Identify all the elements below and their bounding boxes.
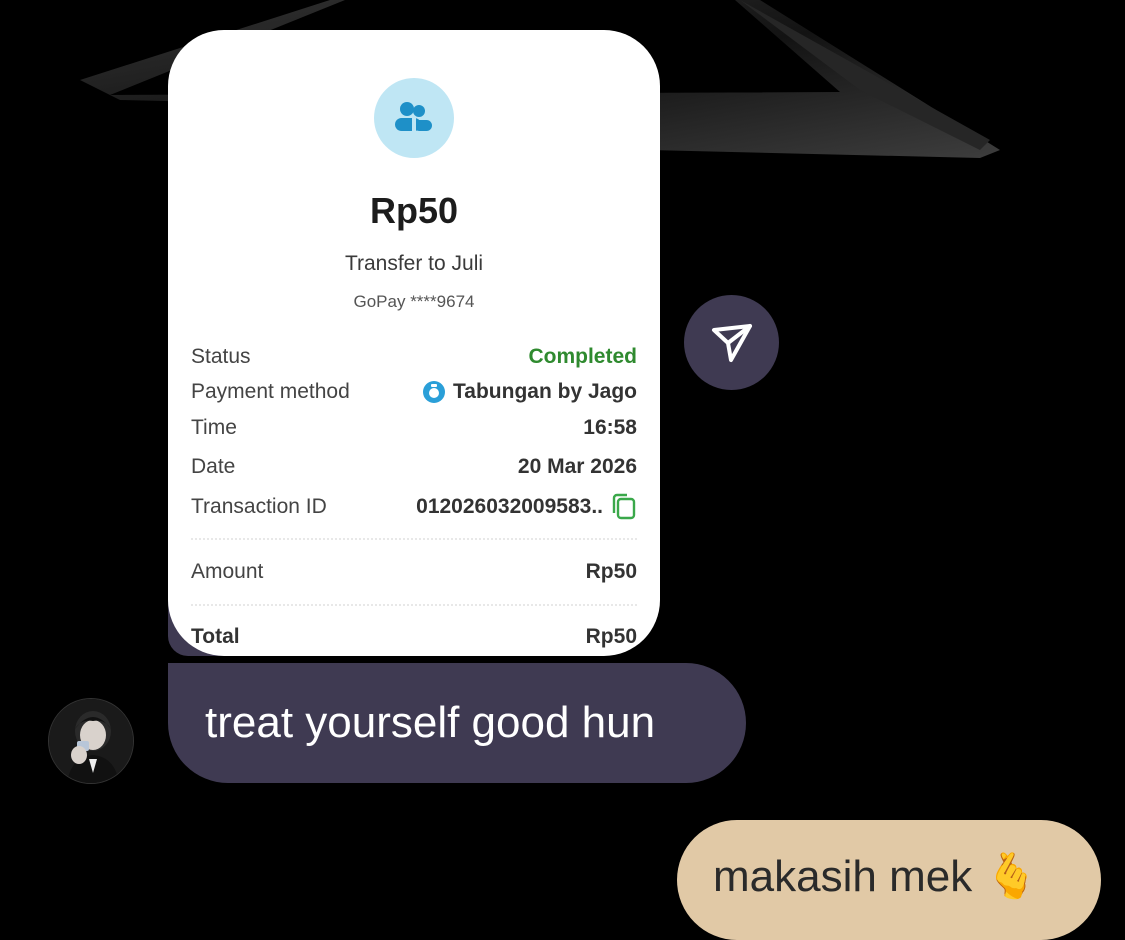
amount-row: Amount Rp50 xyxy=(191,557,637,587)
status-label: Status xyxy=(191,345,251,368)
amount-label: Amount xyxy=(191,560,264,583)
payment-method-text: Tabungan by Jago xyxy=(453,380,637,403)
avatar[interactable] xyxy=(48,698,134,784)
divider xyxy=(191,538,637,540)
payment-method-row: Payment method Tabungan by Jago xyxy=(191,377,637,407)
time-value: 16:58 xyxy=(583,416,637,439)
status-row: Status Completed xyxy=(191,342,637,372)
date-row: Date 20 Mar 2026 xyxy=(191,452,637,482)
divider xyxy=(191,604,637,606)
amount-value: Rp50 xyxy=(585,560,637,583)
date-value: 20 Mar 2026 xyxy=(517,455,637,478)
transfer-title: Transfer to Juli xyxy=(344,252,484,275)
sent-message-text: makasih mek 🫰 xyxy=(713,852,1040,901)
bank-icon xyxy=(423,381,446,403)
received-message-text: treat yourself good hun xyxy=(205,698,656,747)
total-value: Rp50 xyxy=(585,625,637,648)
total-row: Total Rp50 xyxy=(191,622,637,652)
received-message[interactable]: treat yourself good hun xyxy=(168,663,746,783)
status-value: Completed xyxy=(528,345,637,368)
date-label: Date xyxy=(191,455,236,478)
total-label: Total xyxy=(191,625,240,648)
account-info: GoPay ****9674 xyxy=(353,292,475,311)
send-icon xyxy=(711,323,752,362)
time-label: Time xyxy=(191,416,237,439)
payment-method-label: Payment method xyxy=(191,380,350,403)
transaction-id-row: Transaction ID 012026032009583.. xyxy=(191,492,637,522)
time-row: Time 16:58 xyxy=(191,413,637,443)
payment-method-value: Tabungan by Jago xyxy=(423,380,637,404)
transaction-id-text: 012026032009583.. xyxy=(416,495,603,518)
avatar-image xyxy=(49,699,133,783)
people-icon xyxy=(374,78,454,158)
transaction-id-label: Transaction ID xyxy=(191,495,327,518)
share-button[interactable] xyxy=(684,295,779,390)
copy-icon[interactable] xyxy=(611,493,637,521)
transfer-receipt-card[interactable]: Rp50 Transfer to Juli GoPay ****9674 Sta… xyxy=(168,30,660,656)
sent-message[interactable]: makasih mek 🫰 xyxy=(677,820,1101,940)
transfer-amount: Rp50 xyxy=(369,190,459,231)
transaction-id-value: 012026032009583.. xyxy=(416,493,637,521)
